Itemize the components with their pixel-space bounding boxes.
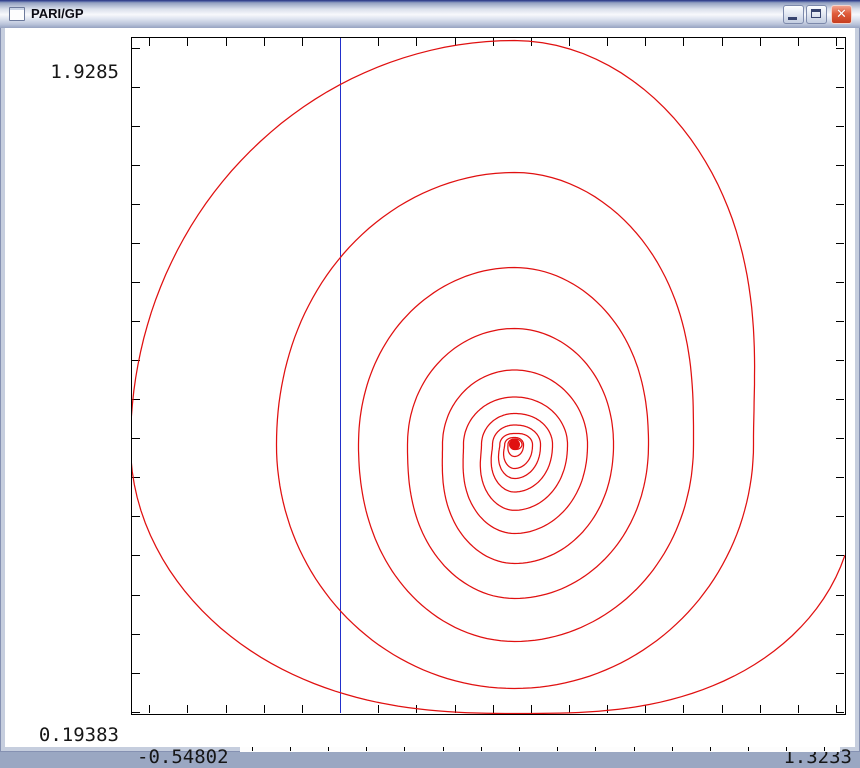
plot-frame: [132, 38, 846, 715]
maximize-button[interactable]: [806, 5, 827, 24]
background-window-tick: [443, 747, 444, 751]
background-window-tick: [481, 747, 482, 751]
minimize-button[interactable]: [783, 5, 804, 24]
background-window-sliver: [240, 747, 840, 752]
background-window-tick: [404, 747, 405, 751]
title-bar[interactable]: PARI/GP ✕: [0, 0, 860, 28]
background-window-tick: [672, 747, 673, 751]
background-window-tick: [366, 747, 367, 751]
background-window-tick: [290, 747, 291, 751]
window-title: PARI/GP: [31, 6, 84, 21]
plot-client-area: 1.9285 0.19383 -0.54802 1.3233: [5, 28, 855, 747]
background-window-tick: [786, 747, 787, 751]
background-window-tick: [710, 747, 711, 751]
xmin-label: -0.54802: [137, 747, 229, 767]
spiral-center-dot: [509, 439, 520, 450]
background-window-tick: [634, 747, 635, 751]
background-window-tick: [252, 747, 253, 751]
background-window-tick: [595, 747, 596, 751]
minimize-icon: [788, 17, 797, 20]
ymin-label: 0.19383: [5, 725, 119, 745]
close-icon: ✕: [832, 7, 851, 23]
parigp-window: PARI/GP ✕ 1.9285 0.19383 -0.54802 1.3233: [0, 0, 860, 752]
plot-canvas: [5, 28, 855, 747]
maximize-icon: [811, 9, 821, 18]
background-window-tick: [748, 747, 749, 751]
close-button[interactable]: ✕: [831, 5, 852, 24]
spiral-curve: [131, 41, 846, 714]
background-window-tick: [557, 747, 558, 751]
window-icon: [9, 7, 25, 21]
background-window-tick: [824, 747, 825, 751]
background-window-tick: [328, 747, 329, 751]
background-window-tick: [519, 747, 520, 751]
ymax-label: 1.9285: [5, 62, 119, 82]
